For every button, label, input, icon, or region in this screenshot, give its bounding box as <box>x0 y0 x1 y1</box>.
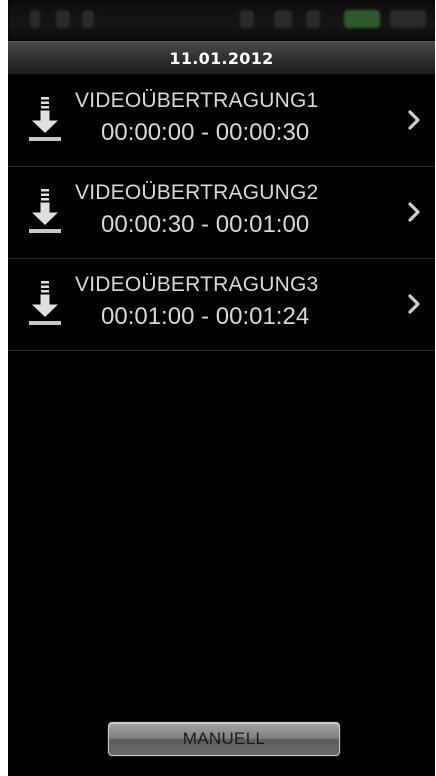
recording-list-item[interactable]: VIDEOÜBERTRAGUNG1 00:00:00 - 00:00:30 <box>8 75 435 167</box>
recording-list-item[interactable]: VIDEOÜBERTRAGUNG2 00:00:30 - 00:01:00 <box>8 167 435 259</box>
recording-title: VIDEOÜBERTRAGUNG1 <box>75 89 319 112</box>
recording-list-item[interactable]: VIDEOÜBERTRAGUNG3 00:01:00 - 00:01:24 <box>8 259 435 351</box>
battery-icon <box>344 10 380 28</box>
app-screen: 11.01.2012 VIDEOÜBERTRAGUNG1 00:00:00 - … <box>8 0 435 776</box>
recording-list: VIDEOÜBERTRAGUNG1 00:00:00 - 00:00:30 VI… <box>8 75 435 351</box>
status-icon <box>274 10 292 28</box>
download-icon <box>29 189 61 233</box>
recording-time-range: 00:00:30 - 00:01:00 <box>101 211 310 238</box>
recording-time-range: 00:01:00 - 00:01:24 <box>101 303 310 330</box>
status-icon <box>56 10 70 28</box>
download-icon <box>29 281 61 325</box>
manual-button[interactable]: MANUELL <box>108 722 340 756</box>
status-icon <box>306 10 320 28</box>
chevron-right-icon <box>408 110 420 130</box>
recording-title: VIDEOÜBERTRAGUNG3 <box>75 273 319 296</box>
recording-time-range: 00:00:00 - 00:00:30 <box>101 119 310 146</box>
clock-area <box>390 10 426 28</box>
recording-title: VIDEOÜBERTRAGUNG2 <box>75 181 319 204</box>
date-header: 11.01.2012 <box>8 41 435 75</box>
status-icon <box>30 10 40 28</box>
status-bar <box>8 0 435 41</box>
status-icon <box>240 10 254 28</box>
download-icon <box>29 97 61 141</box>
status-icon <box>82 10 94 28</box>
chevron-right-icon <box>408 202 420 222</box>
chevron-right-icon <box>408 294 420 314</box>
